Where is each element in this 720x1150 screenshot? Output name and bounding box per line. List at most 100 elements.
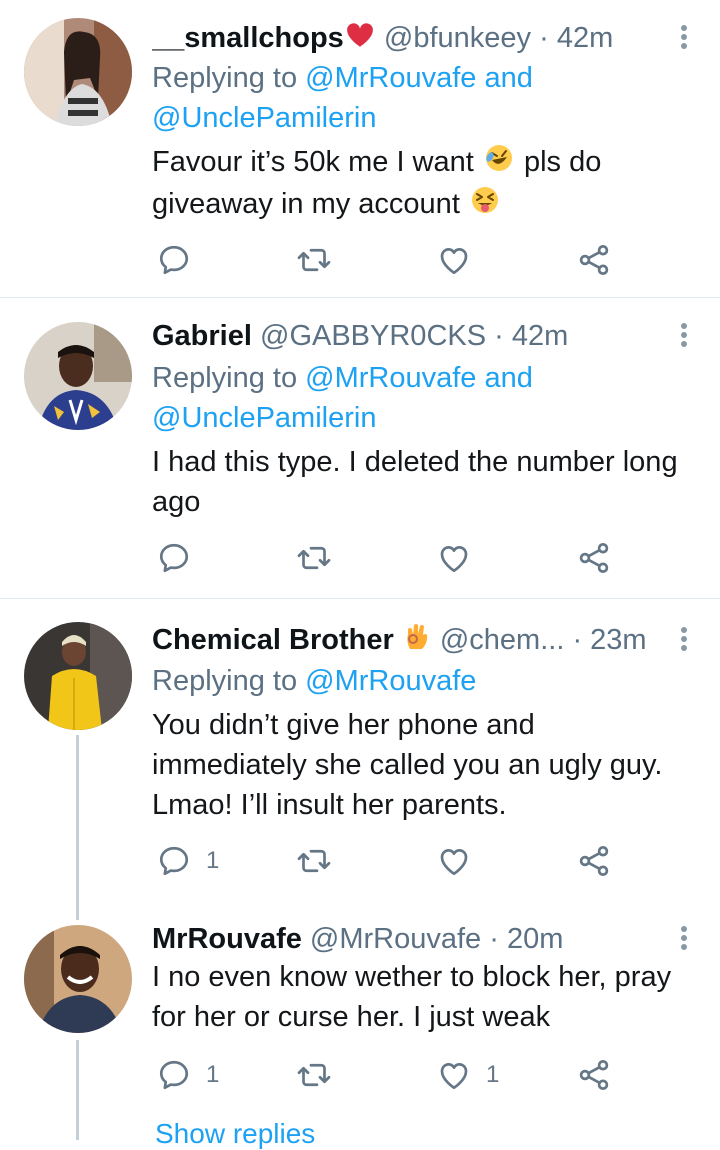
separator: · [481, 923, 507, 955]
timestamp[interactable]: 42m [512, 320, 568, 352]
retweet-button[interactable] [296, 240, 346, 280]
share-icon [576, 1057, 612, 1093]
retweet-button[interactable] [296, 841, 346, 881]
like-icon [436, 540, 472, 576]
replying-to: Replying to @MrRouvafe [152, 661, 690, 701]
timestamp[interactable]: 23m [590, 624, 646, 656]
tweet-actions: 1 [152, 841, 632, 881]
tweet-text-line: immediately she called you an ugly guy. [152, 749, 663, 781]
squinting-face-tongue-icon [470, 185, 500, 226]
reply-button[interactable] [156, 538, 206, 578]
tweet-header: __smallchops @bfunkeey · 42m [152, 18, 670, 58]
retweet-icon [296, 1057, 332, 1093]
tweet-text-line: Lmao! I’ll insult her parents. [152, 789, 507, 821]
divider [0, 598, 720, 599]
display-name[interactable]: MrRouvafe [152, 923, 302, 955]
rolling-on-floor-laughing-icon [484, 143, 514, 184]
like-button[interactable] [436, 240, 486, 280]
retweet-icon [296, 540, 332, 576]
retweet-icon [296, 242, 332, 278]
tweet-header: Gabriel @GABBYR0CKS · 42m [152, 316, 670, 356]
tweet-2[interactable]: Gabriel @GABBYR0CKS · 42m Replying to @M… [0, 298, 720, 598]
separator: · [486, 320, 512, 352]
replying-to: Replying to @MrRouvafe and @UnclePamiler… [152, 58, 690, 138]
mention-link[interactable]: @MrRouvafe [305, 665, 476, 697]
retweet-icon [296, 843, 332, 879]
tweet-text-line: Favour it’s 50k me I want [152, 146, 474, 178]
like-icon [436, 843, 472, 879]
like-icon [436, 1057, 472, 1093]
tweet-text: I had this type. I deleted the number lo… [152, 442, 692, 522]
tweet-header: Chemical Brother @chem... · 23m [152, 620, 670, 660]
tweet-1[interactable]: __smallchops @bfunkeey · 42m Replying to… [0, 0, 720, 298]
separator: · [564, 624, 591, 656]
user-handle[interactable]: @bfunkeey [384, 22, 531, 54]
tweet-text: I no even know wether to block her, pray… [152, 957, 692, 1037]
tweet-4[interactable]: MrRouvafe @MrRouvafe · 20m I no even kno… [0, 905, 720, 1105]
reply-button[interactable]: 1 [156, 841, 219, 881]
user-handle[interactable]: @chem... [440, 624, 565, 656]
timestamp[interactable]: 20m [507, 923, 563, 955]
like-button[interactable]: 1 [436, 1055, 499, 1095]
tweet-text-line: pls do [523, 146, 602, 178]
share-icon [576, 540, 612, 576]
more-icon[interactable] [678, 320, 690, 352]
replying-prefix: Replying to [152, 665, 306, 697]
reply-icon [156, 843, 192, 879]
tweet-actions: 1 1 [152, 1055, 632, 1095]
show-replies-link[interactable]: Show replies [155, 1118, 315, 1150]
red-heart-icon [346, 19, 374, 58]
reply-count: 1 [206, 1061, 220, 1088]
mention-link[interactable]: @MrRouvafe and [305, 62, 533, 94]
timestamp[interactable]: 42m [557, 22, 613, 54]
user-handle[interactable]: @MrRouvafe [310, 923, 481, 955]
like-icon [436, 242, 472, 278]
like-button[interactable] [436, 841, 486, 881]
user-handle[interactable]: @GABBYR0CKS [260, 320, 486, 352]
avatar[interactable] [24, 322, 132, 430]
separator: · [531, 22, 557, 54]
tweet-header: MrRouvafe @MrRouvafe · 20m [152, 919, 670, 959]
share-icon [576, 843, 612, 879]
tweet-text-line: I no even know wether to block her, pray [152, 961, 672, 993]
tweet-text: Favour it’s 50k me I want pls do giveawa… [152, 142, 692, 226]
like-count: 1 [486, 1061, 500, 1088]
display-name[interactable]: Chemical Brother [152, 624, 394, 656]
tweet-text-line: giveaway in my account [152, 187, 460, 220]
tweet-actions [152, 538, 632, 578]
replying-to: Replying to @MrRouvafe and @UnclePamiler… [152, 358, 690, 438]
mention-link[interactable]: @UnclePamilerin [152, 102, 376, 134]
share-button[interactable] [576, 1055, 612, 1095]
like-button[interactable] [436, 538, 486, 578]
avatar[interactable] [24, 18, 132, 126]
tweet-text-line: ago [152, 486, 201, 518]
mention-link[interactable]: @UnclePamilerin [152, 402, 376, 434]
reply-icon [156, 1057, 192, 1093]
tweet-text-line: I had this type. I deleted the number lo… [152, 446, 678, 478]
display-name[interactable]: Gabriel [152, 320, 252, 352]
avatar[interactable] [24, 622, 132, 730]
retweet-button[interactable] [296, 538, 346, 578]
tweet-actions [152, 240, 632, 280]
avatar[interactable] [24, 925, 132, 1033]
ok-hand-icon [404, 621, 430, 660]
tweet-3[interactable]: Chemical Brother @chem... · 23m Replying… [0, 600, 720, 900]
share-button[interactable] [576, 240, 612, 280]
more-icon[interactable] [678, 22, 690, 54]
share-button[interactable] [576, 841, 612, 881]
reply-button[interactable]: 1 [156, 1055, 219, 1095]
display-name[interactable]: __smallchops [152, 22, 344, 54]
share-icon [576, 242, 612, 278]
reply-icon [156, 540, 192, 576]
tweet-text: You didn’t give her phone and immediatel… [152, 705, 692, 825]
reply-icon [156, 242, 192, 278]
more-icon[interactable] [678, 923, 690, 955]
share-button[interactable] [576, 538, 612, 578]
mention-link[interactable]: @MrRouvafe and [305, 362, 533, 394]
replying-prefix: Replying to [152, 362, 306, 394]
reply-button[interactable] [156, 240, 206, 280]
tweet-text-line: You didn’t give her phone and [152, 709, 535, 741]
more-icon[interactable] [678, 624, 690, 656]
retweet-button[interactable] [296, 1055, 346, 1095]
tweet-text-line: for her or curse her. I just weak [152, 1001, 551, 1033]
